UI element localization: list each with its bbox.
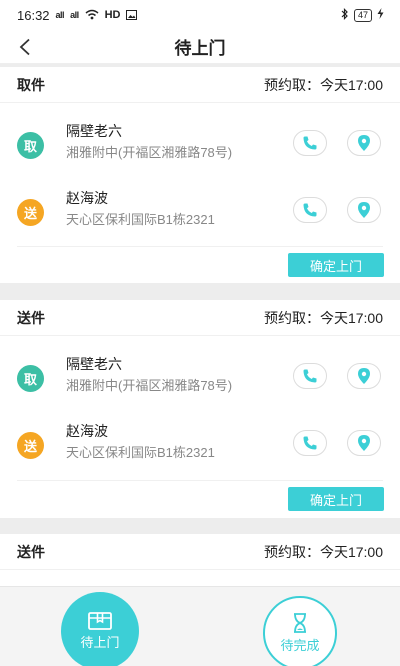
- location-pin-icon: [358, 202, 370, 218]
- location-pin-icon: [358, 435, 370, 451]
- pickup-badge: 取: [17, 132, 44, 159]
- wifi-icon: [85, 8, 99, 23]
- divider: [17, 480, 383, 481]
- order-type: 送件: [17, 543, 45, 560]
- phone-icon: [303, 136, 317, 150]
- contact-name: 隔壁老六: [66, 356, 122, 372]
- contact-address: 天心区保利国际B1栋2321: [66, 445, 215, 460]
- image-icon: [126, 8, 138, 23]
- contact-row: 取 隔壁老六 湘雅附中(开福区湘雅路78号): [0, 356, 400, 402]
- contact-address: 湘雅附中(开福区湘雅路78号): [66, 145, 233, 160]
- delivery-badge: 送: [17, 432, 44, 459]
- package-box-icon: [88, 611, 112, 630]
- charging-icon: [377, 8, 384, 22]
- battery-indicator: 47: [353, 8, 372, 22]
- contact-name: 隔壁老六: [66, 123, 122, 139]
- contact-row: 取 隔壁老六 湘雅附中(开福区湘雅路78号): [0, 123, 400, 169]
- location-button[interactable]: [347, 363, 381, 389]
- bottom-nav: 待上门 待完成: [0, 586, 400, 666]
- contact-row: 送 赵海波 天心区保利国际B1栋2321: [0, 423, 400, 469]
- order-card: 送件 预约取：今天17:00 取 隔壁老六 湘雅附中(开福区湘雅路78号) 送 …: [0, 300, 400, 518]
- order-card: 送件 预约取：今天17:00: [0, 534, 400, 586]
- appointment-time: 预约取：今天17:00: [263, 76, 383, 93]
- back-arrow-icon[interactable]: [14, 36, 36, 58]
- header: 待上门: [0, 30, 400, 64]
- call-button[interactable]: [293, 197, 327, 223]
- location-pin-icon: [358, 368, 370, 384]
- signal-icon-2: all: [70, 10, 79, 20]
- status-time: 16:32: [17, 7, 50, 23]
- contact-name: 赵海波: [66, 423, 108, 439]
- tab-pending-label: 待上门: [80, 634, 120, 650]
- confirm-visit-button[interactable]: 确定上门: [288, 253, 384, 277]
- page-title: 待上门: [174, 39, 226, 58]
- location-button[interactable]: [347, 430, 381, 456]
- order-card: 取件 预约取：今天17:00 取 隔壁老六 湘雅附中(开福区湘雅路78号) 送 …: [0, 67, 400, 283]
- location-pin-icon: [358, 135, 370, 151]
- bluetooth-icon: [341, 7, 349, 23]
- contact-address: 天心区保利国际B1栋2321: [66, 212, 215, 227]
- phone-icon: [303, 203, 317, 217]
- contact-address: 湘雅附中(开福区湘雅路78号): [66, 378, 233, 393]
- appointment-time: 预约取：今天17:00: [263, 543, 383, 560]
- order-type: 取件: [17, 76, 45, 93]
- tab-pending-visit[interactable]: 待上门: [61, 592, 139, 666]
- order-type: 送件: [17, 309, 45, 326]
- phone-icon: [303, 436, 317, 450]
- network-type: HD: [104, 9, 121, 21]
- card-header: 送件 预约取：今天17:00: [0, 300, 400, 336]
- pickup-badge: 取: [17, 365, 44, 392]
- call-button[interactable]: [293, 430, 327, 456]
- divider: [17, 246, 383, 247]
- appointment-time: 预约取：今天17:00: [263, 309, 383, 326]
- signal-icon: all: [55, 10, 65, 20]
- call-button[interactable]: [293, 363, 327, 389]
- status-bar: 16:32 all all HD 47: [0, 0, 400, 30]
- card-header: 送件 预约取：今天17:00: [0, 534, 400, 570]
- delivery-badge: 送: [17, 199, 44, 226]
- phone-icon: [303, 369, 317, 383]
- confirm-visit-button[interactable]: 确定上门: [288, 487, 384, 511]
- contact-name: 赵海波: [66, 190, 108, 206]
- call-button[interactable]: [293, 130, 327, 156]
- location-button[interactable]: [347, 130, 381, 156]
- tab-done-label: 待完成: [280, 637, 320, 653]
- card-header: 取件 预约取：今天17:00: [0, 67, 400, 103]
- hourglass-icon: [294, 612, 306, 633]
- contact-row: 送 赵海波 天心区保利国际B1栋2321: [0, 190, 400, 236]
- location-button[interactable]: [347, 197, 381, 223]
- tab-to-complete[interactable]: 待完成: [263, 596, 337, 666]
